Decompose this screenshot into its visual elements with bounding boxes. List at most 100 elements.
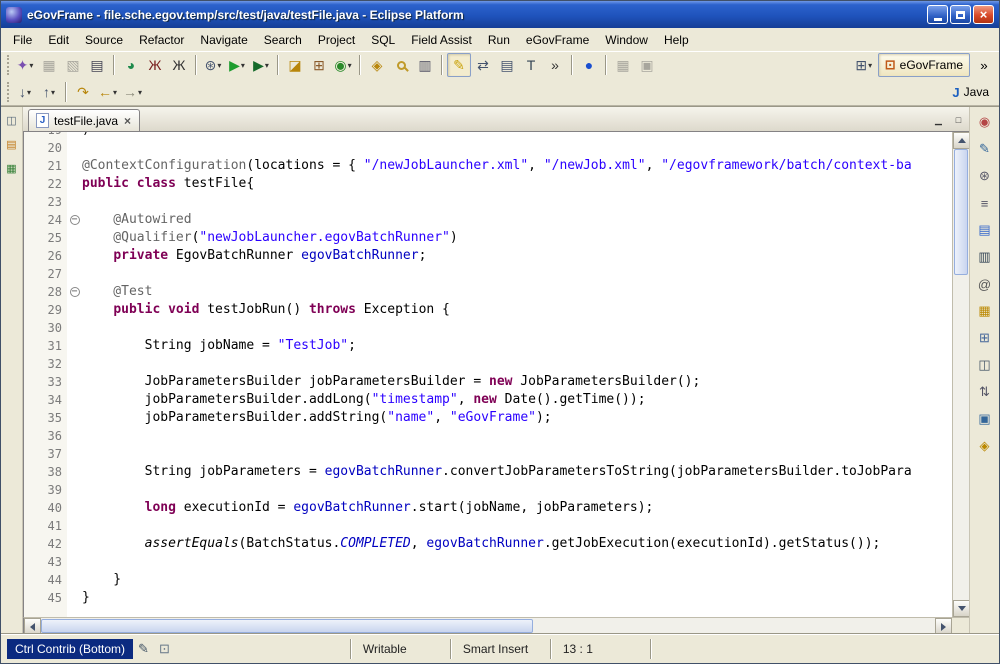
code-line[interactable]: 22public class testFile{	[24, 175, 952, 193]
code-line[interactable]: 40 long executionId = egovBatchRunner.st…	[24, 499, 952, 517]
folding-ruler[interactable]	[67, 301, 82, 319]
junit-debug-button[interactable]: Ж	[167, 53, 191, 77]
line-number[interactable]: 35	[37, 409, 67, 427]
menu-item-search[interactable]: Search	[256, 30, 310, 50]
last-edit-location-button[interactable]: ↷	[71, 80, 95, 104]
folding-ruler[interactable]	[67, 319, 82, 337]
package-view-icon[interactable]: ▦	[975, 301, 995, 321]
tab-close-icon[interactable]: ×	[123, 114, 132, 128]
fold-collapse-icon[interactable]: −	[70, 287, 80, 297]
new-class-button[interactable]: ◉▾	[331, 53, 355, 77]
save-button[interactable]: ▦	[37, 53, 61, 77]
new-package-button[interactable]: ⊞	[307, 53, 331, 77]
menu-item-sql[interactable]: SQL	[363, 30, 403, 50]
egov-run-button[interactable]: ◕	[119, 53, 143, 77]
folding-ruler[interactable]	[67, 193, 82, 211]
annotation-ruler[interactable]	[24, 553, 37, 571]
annotation-ruler[interactable]	[24, 355, 37, 373]
code-editor[interactable]: 19)2021@ContextConfiguration(locations =…	[24, 132, 952, 617]
code-line[interactable]: 27	[24, 265, 952, 283]
folding-ruler[interactable]	[67, 445, 82, 463]
line-number[interactable]: 37	[37, 445, 67, 463]
line-number[interactable]: 42	[37, 535, 67, 553]
annotation-ruler[interactable]	[24, 463, 37, 481]
line-number[interactable]: 32	[37, 355, 67, 373]
annotation-ruler[interactable]	[24, 535, 37, 553]
line-number[interactable]: 29	[37, 301, 67, 319]
code-line[interactable]: 38 String jobParameters = egovBatchRunne…	[24, 463, 952, 481]
ctrl-contrib-label[interactable]: Ctrl Contrib (Bottom)	[7, 639, 133, 659]
code-line[interactable]: 43	[24, 553, 952, 571]
forward-button[interactable]: →▾	[120, 80, 145, 104]
edit-view-icon[interactable]: ✎	[975, 139, 995, 159]
fold-collapse-icon[interactable]: −	[70, 215, 80, 225]
more-tools-button[interactable]: »	[543, 53, 567, 77]
folding-ruler[interactable]	[67, 535, 82, 553]
line-number[interactable]: 26	[37, 247, 67, 265]
annotation-ruler[interactable]	[24, 157, 37, 175]
minimize-view-button[interactable]: ▁	[930, 112, 947, 128]
folding-ruler[interactable]	[67, 481, 82, 499]
code-line[interactable]: 45}	[24, 589, 952, 607]
declaration-view-icon[interactable]: ▣	[975, 409, 995, 429]
folding-ruler[interactable]	[67, 175, 82, 193]
menu-item-project[interactable]: Project	[310, 30, 363, 50]
line-number[interactable]: 38	[37, 463, 67, 481]
tab-testfile-java[interactable]: J testFile.java ×	[28, 109, 140, 131]
folding-ruler[interactable]: −	[67, 211, 82, 229]
line-number[interactable]: 23	[37, 193, 67, 211]
menu-item-navigate[interactable]: Navigate	[192, 30, 255, 50]
line-number[interactable]: 20	[37, 139, 67, 157]
line-number[interactable]: 24	[37, 211, 67, 229]
outline-view-icon[interactable]: ≡	[975, 193, 995, 213]
next-annotation-button[interactable]: ↓▾	[13, 80, 37, 104]
code-line[interactable]: 19)	[24, 132, 952, 139]
annotation-ruler[interactable]	[24, 175, 37, 193]
perspective-egovframe-button[interactable]: ⊡ eGovFrame	[878, 53, 970, 77]
line-number[interactable]: 39	[37, 481, 67, 499]
maximize-button[interactable]	[950, 5, 971, 24]
line-number[interactable]: 22	[37, 175, 67, 193]
open-type-button[interactable]: ◈	[365, 53, 389, 77]
annotation-ruler[interactable]	[24, 265, 37, 283]
folding-ruler[interactable]	[67, 139, 82, 157]
prev-annotation-button[interactable]: ↑▾	[37, 80, 61, 104]
line-number[interactable]: 30	[37, 319, 67, 337]
run-button[interactable]: ▶▾	[225, 53, 249, 77]
scroll-left-button[interactable]	[24, 618, 41, 635]
folding-ruler[interactable]	[67, 499, 82, 517]
refresh-button[interactable]: ▣	[635, 53, 659, 77]
code-line[interactable]: 33 JobParametersBuilder jobParametersBui…	[24, 373, 952, 391]
line-number[interactable]: 41	[37, 517, 67, 535]
menu-item-edit[interactable]: Edit	[40, 30, 77, 50]
scroll-up-button[interactable]	[953, 132, 970, 149]
annotation-ruler[interactable]	[24, 132, 37, 139]
maximize-view-button[interactable]: □	[950, 112, 967, 128]
sync-view-icon[interactable]: ⇅	[975, 382, 995, 402]
toolbar-drag-handle[interactable]	[7, 82, 10, 102]
folding-ruler[interactable]	[67, 517, 82, 535]
menu-item-refactor[interactable]: Refactor	[131, 30, 192, 50]
horizontal-scroll-thumb[interactable]	[41, 619, 533, 633]
new-wizard-button[interactable]: ✦▾	[13, 53, 37, 77]
scroll-right-button[interactable]	[935, 618, 952, 635]
line-number[interactable]: 45	[37, 589, 67, 607]
toolbar-drag-handle[interactable]	[7, 55, 10, 75]
annotation-ruler[interactable]	[24, 481, 37, 499]
code-filler[interactable]	[24, 607, 952, 617]
segment-view-button[interactable]: ▤	[495, 53, 519, 77]
scroll-down-button[interactable]	[953, 600, 970, 617]
annotation-ruler[interactable]	[24, 337, 37, 355]
annotation-ruler[interactable]	[24, 589, 37, 607]
annotation-ruler[interactable]	[24, 427, 37, 445]
vertical-scroll-track[interactable]	[953, 149, 969, 600]
code-line[interactable]: 34 jobParametersBuilder.addLong("timesta…	[24, 391, 952, 409]
code-line[interactable]: 20	[24, 139, 952, 157]
annotation-ruler[interactable]	[24, 517, 37, 535]
mark-occurrences-button[interactable]: ✎	[447, 53, 471, 77]
code-line[interactable]: 21@ContextConfiguration(locations = { "/…	[24, 157, 952, 175]
annotation-ruler[interactable]	[24, 445, 37, 463]
egov-home-button[interactable]: ●	[577, 53, 601, 77]
code-line[interactable]: 23	[24, 193, 952, 211]
line-number[interactable]: 19	[37, 132, 67, 139]
